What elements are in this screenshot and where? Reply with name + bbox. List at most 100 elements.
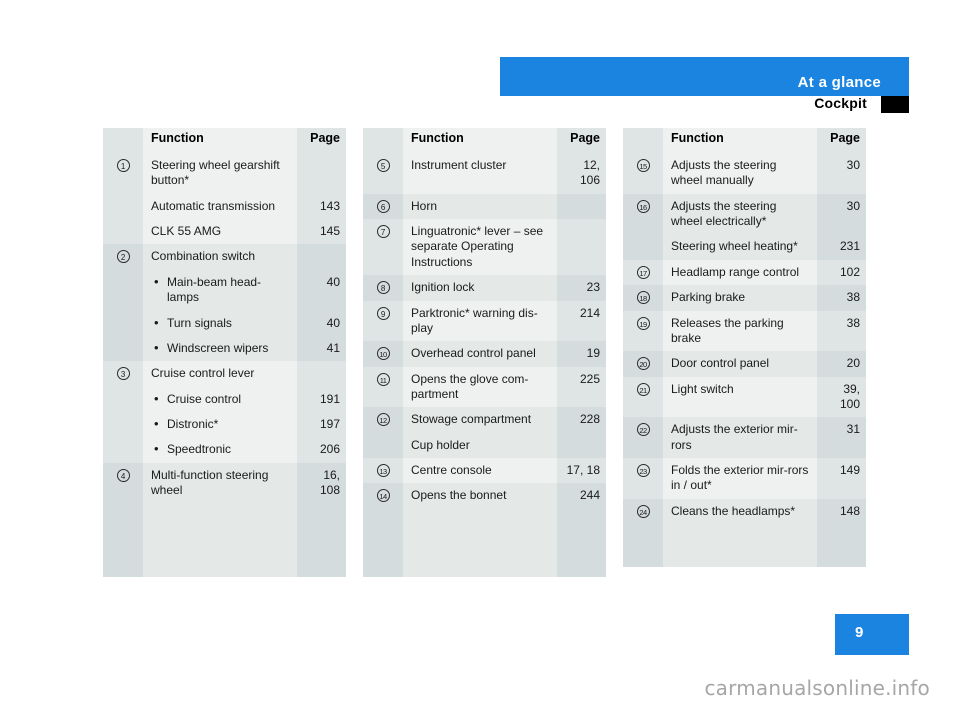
- function-cell: Ignition lock: [403, 275, 557, 301]
- callout-number-24: 24: [636, 504, 650, 518]
- callout-number-cell: 5: [363, 153, 403, 194]
- callout-number-14: 14: [376, 489, 390, 503]
- table-row: Distronic* 197: [103, 411, 346, 438]
- callout-number-cell: [103, 411, 143, 438]
- table-filler-row: [623, 524, 866, 568]
- callout-number-cell: [103, 386, 143, 412]
- function-cell: Distronic*: [143, 411, 297, 438]
- callout-number-5: 5: [376, 159, 390, 172]
- page-number: 9: [855, 624, 864, 641]
- callout-number-cell: 22: [623, 417, 663, 459]
- page-cell: 39, 100: [817, 376, 866, 418]
- page-cell: 231: [817, 234, 866, 260]
- callout-number-cell: 15: [623, 153, 663, 194]
- function-cell: Adjusts the steering wheel manually: [663, 153, 817, 194]
- function-cell: Parking brake: [663, 285, 817, 311]
- callout-number-12: 12: [376, 413, 390, 427]
- page-cell: 38: [817, 310, 866, 352]
- callout-number-17: 17: [636, 265, 650, 279]
- page-cell: 197: [297, 411, 346, 438]
- function-cell: Linguatronic* lever – see separate Opera…: [403, 219, 557, 276]
- subsection-title: Cockpit: [814, 95, 867, 111]
- function-cell: Adjusts the steering wheel electrically*: [663, 193, 817, 235]
- callout-number-cell: 7: [363, 219, 403, 276]
- function-cell: Stowage compartment: [403, 407, 557, 433]
- page-cell: 225: [557, 366, 606, 408]
- table-row: 22 Adjusts the exterior mir-rors 31: [623, 417, 866, 459]
- callout-number-20: 20: [636, 357, 650, 371]
- table-header-row: Function Page: [103, 128, 346, 153]
- table-row: 15 Adjusts the steering wheel manually 30: [623, 153, 866, 194]
- page-cell: [297, 153, 346, 194]
- page-cell: 206: [297, 437, 346, 463]
- legend-table: Function Page 5 Instrument cluster 12, 106 6 H…: [363, 128, 606, 577]
- function-cell: Speedtronic: [143, 437, 297, 463]
- column-header-function: Function: [663, 128, 817, 153]
- callout-number-cell: 9: [363, 300, 403, 342]
- page-cell: 148: [817, 498, 866, 525]
- legend-table-column-1: Function Page 1 Steering wheel gearshift bu…: [103, 128, 346, 578]
- section-header-band: At a glance: [500, 57, 909, 96]
- page-cell: [557, 219, 606, 276]
- function-cell: Headlamp range control: [663, 259, 817, 286]
- page-cell: [557, 193, 606, 220]
- legend-table: Function Page 15 Adjusts the steering wheel…: [623, 128, 866, 568]
- table-header-row: Function Page: [623, 128, 866, 153]
- page-cell: 31: [817, 417, 866, 459]
- column-header-page: Page: [817, 128, 866, 153]
- bullet-item: Turn signals: [151, 314, 291, 331]
- table-row: CLK 55 AMG 145: [103, 219, 346, 245]
- callout-number-11: 11: [376, 372, 390, 386]
- filler-cell: [817, 524, 866, 568]
- bullet-item: Distronic*: [151, 416, 291, 433]
- callout-number-cell: 16: [623, 193, 663, 235]
- page-cell: 40: [297, 310, 346, 336]
- callout-number-2: 2: [116, 250, 130, 264]
- filler-cell: [103, 503, 143, 578]
- callout-number-cell: 23: [623, 458, 663, 499]
- table-row: 11 Opens the glove com-partment 225: [363, 366, 606, 408]
- function-cell: Centre console: [403, 458, 557, 484]
- function-cell: Parktronic* warning dis-play: [403, 300, 557, 342]
- callout-number-cell: [103, 269, 143, 311]
- table-row: 4 Multi-function steering wheel 16, 108: [103, 462, 346, 504]
- callout-number-cell: [103, 437, 143, 463]
- table-row: 12 Stowage compartment 228: [363, 407, 606, 433]
- legend-table: Function Page 1 Steering wheel gearshift bu…: [103, 128, 346, 578]
- table-row: 20 Door control panel 20: [623, 351, 866, 377]
- function-cell: Multi-function steering wheel: [143, 462, 297, 504]
- legend-table-column-3: Function Page 15 Adjusts the steering wheel…: [623, 128, 866, 568]
- filler-cell: [143, 503, 297, 578]
- function-cell: Horn: [403, 193, 557, 220]
- table-row: Speedtronic 206: [103, 437, 346, 463]
- callout-number-3: 3: [116, 367, 130, 381]
- column-header-spacer: [363, 128, 403, 153]
- callout-number-8: 8: [376, 281, 390, 295]
- table-row: 17 Headlamp range control 102: [623, 259, 866, 286]
- callout-number-9: 9: [376, 306, 390, 320]
- bullet-item: Windscreen wipers: [151, 340, 291, 357]
- callout-number-cell: 10: [363, 341, 403, 367]
- table-row: 2 Combination switch: [103, 244, 346, 270]
- table-row: 7 Linguatronic* lever – see separate Oper…: [363, 219, 606, 276]
- function-cell: CLK 55 AMG: [143, 219, 297, 245]
- bullet-item: Main-beam head-lamps: [151, 274, 291, 306]
- callout-number-cell: 3: [103, 361, 143, 387]
- page-cell: 143: [297, 193, 346, 220]
- callout-number-cell: 17: [623, 259, 663, 286]
- function-cell: Opens the glove com-partment: [403, 366, 557, 408]
- function-cell: Steering wheel heating*: [663, 234, 817, 260]
- table-row: Cruise control 191: [103, 386, 346, 412]
- table-row: 6 Horn: [363, 193, 606, 220]
- callout-number-cell: 24: [623, 498, 663, 525]
- page-cell: [297, 244, 346, 270]
- callout-number-cell: 6: [363, 193, 403, 220]
- function-cell: Steering wheel gearshift button*: [143, 153, 297, 194]
- callout-number-15: 15: [636, 159, 650, 172]
- legend-table-column-2: Function Page 5 Instrument cluster 12, 106 6 H…: [363, 128, 606, 577]
- filler-cell: [663, 524, 817, 568]
- page-cell: 16, 108: [297, 462, 346, 504]
- callout-number-18: 18: [636, 291, 650, 305]
- table-row: Turn signals 40: [103, 310, 346, 336]
- bullet-item: Speedtronic: [151, 441, 291, 458]
